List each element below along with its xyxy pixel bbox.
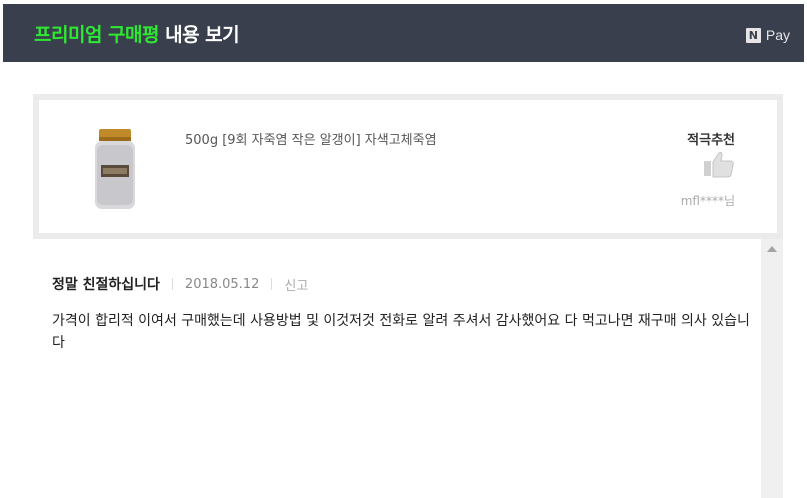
review-title: 정말 친절하십니다 [52,277,160,293]
recommendation-label: 적극추천 [687,133,735,148]
product-card-inner: 500g [9회 자죽염 작은 알갱이] 자색고체죽염 적극추천 mfl****… [39,100,777,233]
review-date: 2018.05.12 [184,276,260,292]
review-header: 정말 친절하십니다 2018.05.12 신고 [52,274,308,294]
npay-label: Pay [765,27,790,43]
npay-logo: N Pay [745,26,790,44]
review-body: 가격이 합리적 이여서 구매했는데 사용방법 및 이것저것 전화로 알려 주셔서… [52,313,750,351]
page-title-highlight: 프리미엄 구매평 [34,24,159,46]
product-card: 500g [9회 자죽염 작은 알갱이] 자색고체죽염 적극추천 mfl****… [33,94,783,239]
page-title-rest: 내용 보기 [165,24,240,46]
scrollbar[interactable] [761,239,783,498]
divider [171,278,173,290]
scroll-up-arrow-icon[interactable] [767,246,777,252]
header-bar: 프리미엄 구매평 내용 보기 N Pay [3,4,804,62]
product-image [95,129,135,209]
thumbs-up-icon [704,151,734,178]
npay-n-icon: N [745,27,761,43]
page-title: 프리미엄 구매평 내용 보기 [34,20,240,47]
report-link[interactable]: 신고 [284,275,308,294]
divider [271,278,273,290]
reviewer-id: mfl****님 [680,194,735,208]
product-name: 500g [9회 자죽염 작은 알갱이] 자색고체죽염 [185,133,437,148]
